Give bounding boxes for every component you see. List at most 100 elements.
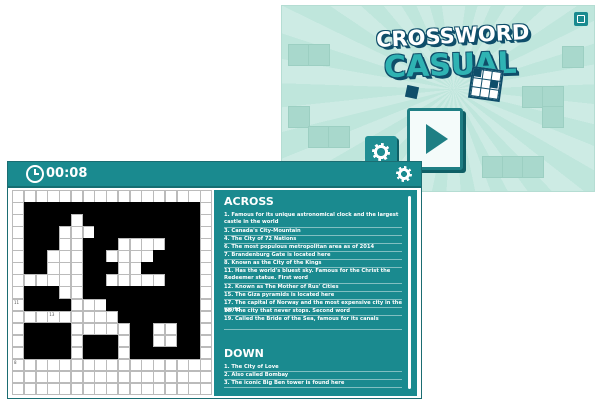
- grid-cell[interactable]: [164, 358, 178, 372]
- grid-cell[interactable]: [59, 238, 72, 251]
- grid-cell[interactable]: [70, 322, 84, 336]
- grid-cell[interactable]: [117, 250, 131, 263]
- down-clue[interactable]: 3. The iconic Big Ben tower is found her…: [224, 380, 404, 387]
- grid-cell[interactable]: [117, 238, 131, 251]
- grid-cell[interactable]: [129, 262, 142, 275]
- grid-cell[interactable]: [141, 238, 154, 251]
- grid-cell[interactable]: [59, 250, 72, 263]
- grid-cell[interactable]: [117, 382, 131, 396]
- grid-cell[interactable]: [82, 310, 95, 324]
- grid-cell[interactable]: [141, 190, 154, 203]
- grid-cell[interactable]: [70, 286, 84, 300]
- grid-cell[interactable]: [106, 358, 119, 372]
- grid-cell[interactable]: [70, 250, 84, 263]
- grid-cell[interactable]: [129, 250, 142, 263]
- grid-cell[interactable]: [59, 226, 72, 239]
- grid-cell[interactable]: [117, 322, 131, 336]
- grid-cell[interactable]: [176, 370, 189, 384]
- across-clue[interactable]: 1. Famous for its unique astronomical cl…: [224, 212, 404, 225]
- grid-cell[interactable]: [82, 298, 95, 312]
- grid-cell[interactable]: [129, 358, 142, 372]
- grid-cell[interactable]: [59, 382, 72, 396]
- grid-cell[interactable]: [47, 262, 60, 275]
- grid-cell[interactable]: [141, 382, 154, 396]
- grid-cell[interactable]: [129, 238, 142, 251]
- grid-cell[interactable]: [12, 214, 25, 227]
- grid-cell[interactable]: [59, 370, 72, 384]
- grid-cell[interactable]: [117, 190, 131, 203]
- grid-cell[interactable]: [23, 274, 36, 287]
- grid-cell[interactable]: [12, 250, 25, 263]
- grid-cell[interactable]: [12, 262, 25, 275]
- grid-cell[interactable]: [106, 190, 119, 203]
- grid-cell[interactable]: [200, 226, 213, 239]
- grid-cell[interactable]: [12, 190, 25, 203]
- grid-cell[interactable]: [82, 190, 95, 203]
- grid-cell[interactable]: [200, 214, 213, 227]
- grid-cell[interactable]: [70, 334, 84, 348]
- grid-cell[interactable]: [129, 382, 142, 396]
- grid-cell[interactable]: [94, 358, 107, 372]
- grid-cell[interactable]: [12, 226, 25, 239]
- grid-cell[interactable]: [59, 262, 72, 275]
- grid-cell[interactable]: [82, 358, 95, 372]
- grid-cell[interactable]: [70, 262, 84, 275]
- grid-cell[interactable]: [47, 370, 60, 384]
- grid-cell[interactable]: [117, 358, 131, 372]
- grid-cell[interactable]: [23, 310, 36, 324]
- grid-cell[interactable]: [12, 310, 25, 324]
- grid-cell[interactable]: [200, 238, 213, 251]
- grid-cell[interactable]: [35, 358, 48, 372]
- grid-cell[interactable]: [200, 310, 213, 324]
- grid-cell[interactable]: [164, 190, 178, 203]
- grid-cell[interactable]: 11: [12, 298, 25, 312]
- grid-cell[interactable]: [117, 262, 131, 275]
- grid-cell[interactable]: [164, 322, 178, 336]
- grid-cell[interactable]: [200, 202, 213, 215]
- grid-cell[interactable]: [12, 322, 25, 336]
- grid-cell[interactable]: [200, 322, 213, 336]
- grid-cell[interactable]: [94, 298, 107, 312]
- grid-cell[interactable]: [82, 226, 95, 239]
- down-clue[interactable]: 1. The City of Love: [224, 364, 404, 371]
- grid-cell[interactable]: [23, 382, 36, 396]
- grid-cell[interactable]: [70, 346, 84, 360]
- grid-cell[interactable]: [141, 358, 154, 372]
- grid-cell[interactable]: [82, 370, 95, 384]
- grid-cell[interactable]: [23, 190, 36, 203]
- grid-cell[interactable]: [176, 382, 189, 396]
- grid-cell[interactable]: [70, 274, 84, 287]
- grid-cell[interactable]: [117, 370, 131, 384]
- grid-cell[interactable]: [200, 334, 213, 348]
- grid-cell[interactable]: [153, 334, 166, 348]
- grid-cell[interactable]: [82, 322, 95, 336]
- clue-scrollbar[interactable]: [408, 196, 411, 389]
- grid-cell[interactable]: [106, 370, 119, 384]
- grid-cell[interactable]: [82, 382, 95, 396]
- fullscreen-icon[interactable]: [574, 12, 588, 26]
- grid-cell[interactable]: [12, 286, 25, 300]
- across-clue[interactable]: 19. Called the Bride of the Sea, famous …: [224, 316, 404, 323]
- grid-cell[interactable]: [70, 370, 84, 384]
- grid-cell[interactable]: [59, 274, 72, 287]
- grid-cell[interactable]: [106, 274, 119, 287]
- grid-cell[interactable]: [200, 190, 213, 203]
- grid-cell[interactable]: [47, 250, 60, 263]
- grid-cell[interactable]: [129, 274, 142, 287]
- grid-cell[interactable]: [12, 334, 25, 348]
- grid-cell[interactable]: [23, 370, 36, 384]
- grid-cell[interactable]: 8: [12, 358, 25, 372]
- grid-cell[interactable]: [141, 250, 154, 263]
- grid-cell[interactable]: [164, 382, 178, 396]
- down-clue[interactable]: 2. Also called Bombay: [224, 372, 404, 379]
- grid-cell[interactable]: [129, 190, 142, 203]
- grid-cell[interactable]: [176, 358, 189, 372]
- grid-cell[interactable]: [70, 310, 84, 324]
- grid-cell[interactable]: [200, 262, 213, 275]
- grid-cell[interactable]: [70, 226, 84, 239]
- play-button[interactable]: [407, 108, 463, 170]
- grid-cell[interactable]: [94, 190, 107, 203]
- grid-cell[interactable]: [47, 358, 60, 372]
- grid-cell[interactable]: [12, 238, 25, 251]
- settings-button[interactable]: [395, 165, 413, 183]
